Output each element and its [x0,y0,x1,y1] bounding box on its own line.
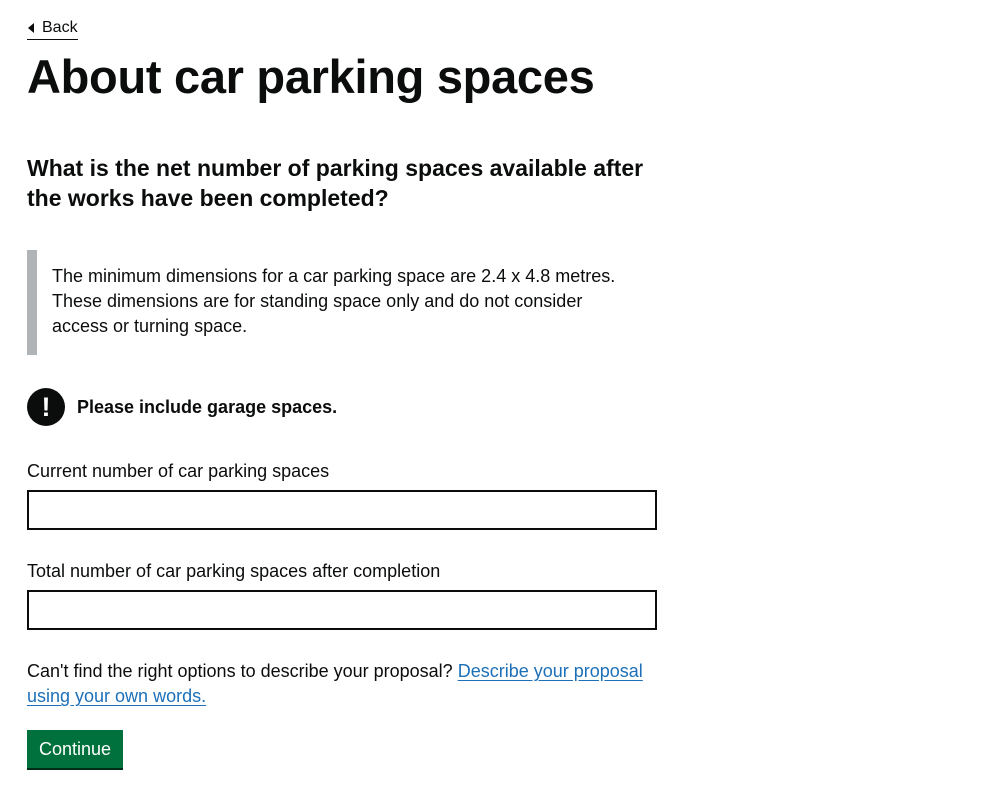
help-paragraph: Can't find the right options to describe… [27,659,667,709]
warning-message: Please include garage spaces. [77,396,338,417]
inset-text: The minimum dimensions for a car parking… [27,250,632,355]
exclamation-icon: ! [27,388,65,426]
caret-left-icon [28,23,34,33]
back-link-label: Back [42,19,78,36]
warning-text: ! Please include garage spaces. [27,388,337,426]
current-spaces-label: Current number of car parking spaces [27,461,330,481]
inset-text-content: The minimum dimensions for a car parking… [52,266,616,336]
continue-button[interactable]: Continue [27,730,124,768]
total-spaces-input[interactable] [27,590,657,630]
current-spaces-input[interactable] [27,490,657,530]
back-link[interactable]: Back [27,18,78,40]
question-heading: What is the net number of parking spaces… [27,155,644,211]
help-text: Can't find the right options to describe… [27,661,458,681]
page: Back About car parking spaces What is th… [0,0,995,789]
page-title: About car parking spaces [27,50,595,103]
total-spaces-label: Total number of car parking spaces after… [27,561,441,581]
